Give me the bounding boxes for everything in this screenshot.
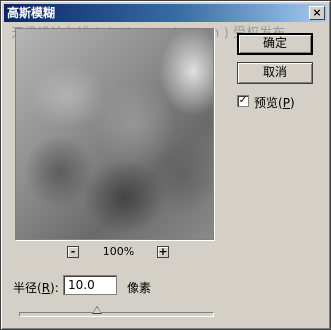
radius-input[interactable]	[63, 275, 117, 295]
preview-checkbox-label[interactable]: 预览(P)	[254, 94, 295, 111]
radius-slider-thumb[interactable]	[92, 306, 102, 314]
radius-label: 半径(R):	[13, 281, 59, 295]
radius-mnemonic: R	[41, 281, 51, 295]
preview-label-text: 预览	[254, 96, 279, 110]
title-bar[interactable]: 高斯模糊 ×	[4, 4, 327, 22]
zoom-out-button[interactable]: -	[67, 246, 79, 258]
ok-button[interactable]: 确定	[237, 33, 313, 55]
preview-mnemonic: P	[282, 96, 290, 110]
close-icon[interactable]: ×	[309, 6, 325, 20]
preview-checkbox[interactable]: ✓	[237, 95, 249, 107]
cancel-button[interactable]: 取消	[237, 62, 313, 84]
radius-label-text: 半径	[13, 281, 38, 295]
radius-slider-track[interactable]	[19, 312, 214, 317]
blur-preview[interactable]	[15, 28, 214, 240]
radius-unit: 像素	[127, 281, 152, 295]
gaussian-blur-dialog: 高斯模糊 × 天极设计在线 ( design.yesky.com ) 受权发布 …	[0, 0, 331, 330]
zoom-in-button[interactable]: +	[157, 246, 169, 258]
dialog-title: 高斯模糊	[7, 6, 56, 20]
zoom-level: 100%	[102, 245, 135, 258]
